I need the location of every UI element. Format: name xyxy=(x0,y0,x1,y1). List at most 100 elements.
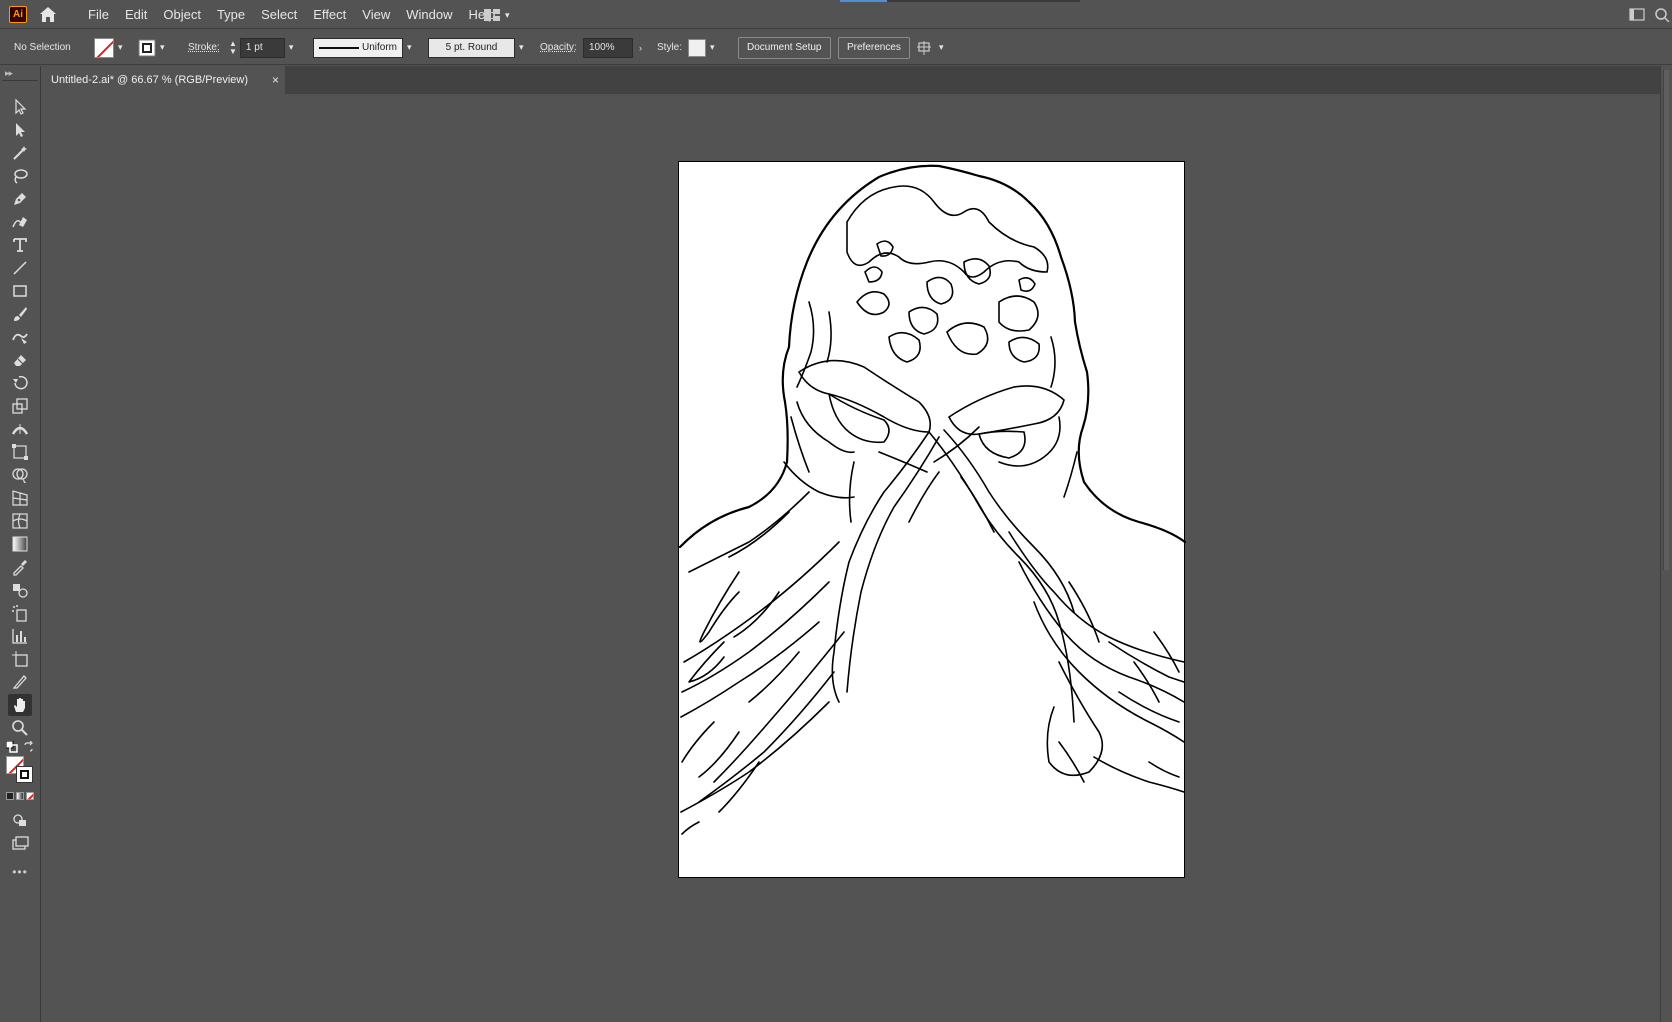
fill-swatch[interactable] xyxy=(94,37,114,58)
swap-colors-icon[interactable] xyxy=(23,741,35,753)
stroke-color-control[interactable]: ▾ xyxy=(138,30,165,65)
preferences-button[interactable]: Preferences xyxy=(838,36,910,59)
collapse-panel-icon[interactable]: ▸▸ xyxy=(5,68,13,79)
arrange-documents-control[interactable]: ▾ xyxy=(917,30,944,65)
hand-tool[interactable] xyxy=(8,694,32,716)
none-mode-icon[interactable] xyxy=(26,792,34,800)
paintbrush-tool[interactable] xyxy=(8,303,32,325)
column-graph-tool[interactable] xyxy=(8,625,32,647)
chevron-down-icon[interactable]: ▾ xyxy=(118,42,123,53)
menu-window[interactable]: Window xyxy=(398,0,460,29)
gradient-tool[interactable] xyxy=(8,533,32,555)
color-mode-icon[interactable] xyxy=(6,792,14,800)
screen-mode-icon xyxy=(12,836,29,850)
vertical-scrollbar[interactable] xyxy=(1660,66,1672,1022)
mesh-icon xyxy=(12,513,28,529)
brush-dropdown[interactable]: 5 pt. Round xyxy=(428,37,515,58)
default-colors-icon[interactable] xyxy=(6,741,18,753)
eyedropper-tool[interactable] xyxy=(8,556,32,578)
illustrator-window: Ai File Edit Object Type Select Effect V… xyxy=(0,0,1672,1022)
search-icon[interactable] xyxy=(1654,7,1670,22)
zoom-tool[interactable] xyxy=(8,717,32,739)
scale-tool[interactable] xyxy=(8,395,32,417)
free-transform-tool[interactable] xyxy=(8,441,32,463)
opacity-label[interactable]: Opacity: xyxy=(540,42,577,53)
chevron-down-icon[interactable]: ▾ xyxy=(710,42,715,53)
rotate-tool[interactable] xyxy=(8,372,32,394)
slice-tool[interactable] xyxy=(8,671,32,693)
panel-toggle-icon[interactable] xyxy=(1629,7,1645,22)
mesh-tool[interactable] xyxy=(8,510,32,532)
symbol-sprayer-icon xyxy=(12,605,27,622)
shaper-tool[interactable] xyxy=(8,326,32,348)
home-icon[interactable] xyxy=(38,5,58,24)
pen-icon xyxy=(14,193,26,205)
line-segment-tool[interactable] xyxy=(8,257,32,279)
chevron-down-icon[interactable]: ▾ xyxy=(160,42,165,53)
color-mode-buttons xyxy=(6,792,36,802)
menu-select[interactable]: Select xyxy=(253,0,305,29)
stroke-indicator[interactable] xyxy=(16,766,33,783)
title-indicator xyxy=(840,0,887,2)
type-icon xyxy=(13,238,27,252)
rectangle-tool[interactable] xyxy=(8,280,32,302)
workspace-switcher[interactable]: ▾ xyxy=(483,7,521,23)
chevron-right-icon[interactable]: › xyxy=(639,43,642,53)
menu-object[interactable]: Object xyxy=(155,0,209,29)
direct-selection-tool[interactable] xyxy=(8,119,32,141)
opacity-control[interactable]: 100% › xyxy=(583,30,642,65)
brush-definition[interactable]: 5 pt. Round ▾ xyxy=(428,30,524,65)
blend-tool[interactable] xyxy=(8,579,32,601)
menu-file[interactable]: File xyxy=(80,0,117,29)
gradient-icon xyxy=(12,536,28,552)
curvature-tool[interactable] xyxy=(8,211,32,233)
artboard-tool[interactable] xyxy=(8,648,32,670)
menu-effect[interactable]: Effect xyxy=(305,0,354,29)
chevron-down-icon[interactable]: ▾ xyxy=(939,42,944,53)
none-slash-icon xyxy=(95,38,113,57)
stroke-swatch-icon[interactable] xyxy=(138,39,156,57)
chevron-down-icon[interactable]: ▾ xyxy=(289,42,294,53)
variable-width-profile[interactable]: Uniform ▾ xyxy=(313,30,412,65)
magic-wand-tool[interactable] xyxy=(8,142,32,164)
draw-mode-tool[interactable] xyxy=(8,809,32,831)
edit-toolbar-button[interactable]: ••• xyxy=(8,861,32,883)
menu-items: File Edit Object Type Select Effect View… xyxy=(80,0,503,29)
fill-control[interactable]: ▾ xyxy=(94,30,123,65)
stroke-weight-stepper[interactable]: ▲ ▼ 1 pt ▾ xyxy=(229,30,293,65)
gradient-mode-icon[interactable] xyxy=(16,792,24,800)
menu-view[interactable]: View xyxy=(354,0,398,29)
stepper-arrows-icon[interactable]: ▲ ▼ xyxy=(229,39,237,56)
chevron-down-icon[interactable]: ▾ xyxy=(519,42,524,53)
slice-icon xyxy=(12,675,27,689)
screen-mode-tool[interactable] xyxy=(8,832,32,854)
selection-tool[interactable] xyxy=(8,96,32,118)
type-tool[interactable] xyxy=(8,234,32,256)
shape-builder-tool[interactable] xyxy=(8,464,32,486)
chevron-down-icon[interactable]: ▾ xyxy=(407,42,412,53)
symbol-sprayer-tool[interactable] xyxy=(8,602,32,624)
menu-type[interactable]: Type xyxy=(209,0,253,29)
default-swap-controls xyxy=(6,741,34,753)
graphic-style-swatch[interactable] xyxy=(688,38,706,57)
fill-stroke-indicator[interactable] xyxy=(6,756,36,786)
stroke-weight-input[interactable]: 1 pt xyxy=(239,37,285,58)
document-setup-button[interactable]: Document Setup xyxy=(738,36,831,59)
perspective-grid-tool[interactable] xyxy=(8,487,32,509)
menu-edit[interactable]: Edit xyxy=(117,0,155,29)
close-icon[interactable]: × xyxy=(272,66,279,94)
artboard[interactable] xyxy=(678,161,1186,878)
document-tab[interactable]: Untitled-2.ai* @ 66.67 % (RGB/Preview) × xyxy=(42,66,285,94)
width-tool[interactable] xyxy=(8,418,32,440)
lasso-tool[interactable] xyxy=(8,165,32,187)
stroke-label[interactable]: Stroke: xyxy=(188,42,220,53)
pen-tool[interactable] xyxy=(8,188,32,210)
graphic-style-control[interactable]: ▾ xyxy=(688,30,715,65)
arrange-icon[interactable] xyxy=(917,40,935,56)
eraser-tool[interactable] xyxy=(8,349,32,371)
profile-dropdown[interactable]: Uniform xyxy=(313,37,403,58)
free-transform-icon xyxy=(12,444,28,460)
scrollbar-thumb[interactable] xyxy=(1663,70,1669,570)
chevron-down-icon: ▾ xyxy=(505,9,510,20)
opacity-input[interactable]: 100% xyxy=(583,37,633,58)
